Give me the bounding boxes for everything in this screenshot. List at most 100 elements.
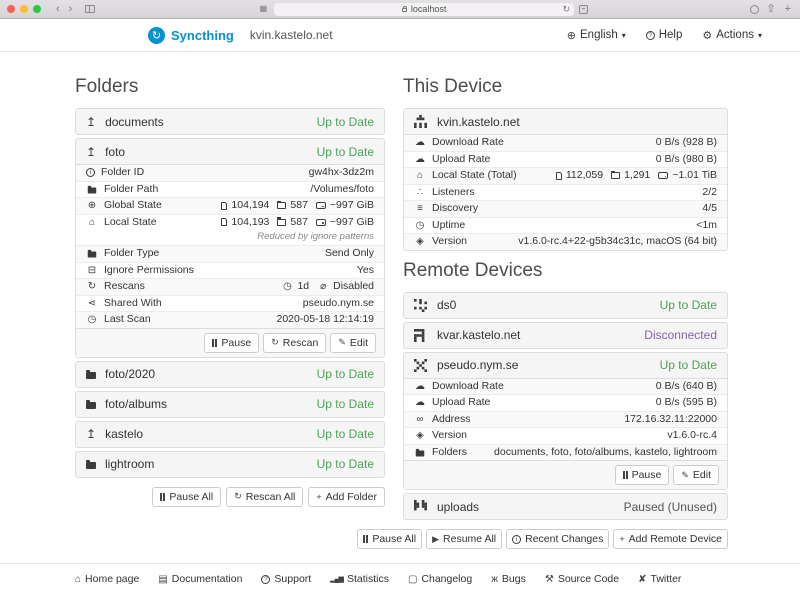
device-name: uploads xyxy=(437,500,479,514)
this-device-row[interactable]: kvin.kastelo.net xyxy=(404,109,727,134)
pause-button[interactable]: Pause xyxy=(204,333,259,353)
folder-panel-foto-albums: foto/albums Up to Date xyxy=(75,391,385,418)
add-folder-button[interactable]: +Add Folder xyxy=(308,487,385,507)
zoom-window-button[interactable] xyxy=(33,5,41,13)
back-button[interactable]: ‹ xyxy=(54,4,62,15)
edit-button[interactable]: ✎Edit xyxy=(673,465,719,485)
folder-name: documents xyxy=(105,115,164,129)
folder-row-documents[interactable]: ↥ documents Up to Date xyxy=(76,109,384,134)
cloud-download-icon: ☁ xyxy=(414,137,426,149)
footer-link-changelog[interactable]: ▢Changelog xyxy=(408,573,472,585)
folder-status: Up to Date xyxy=(317,457,374,471)
device-row-ds0[interactable]: ds0 Up to Date xyxy=(404,293,727,318)
edit-button[interactable]: ✎Edit xyxy=(330,333,376,353)
pause-icon xyxy=(363,535,368,543)
device-row-kvar[interactable]: kvar.kastelo.net Disconnected xyxy=(404,323,727,348)
footer-link-bugs[interactable]: жBugs xyxy=(491,573,526,585)
version-value: v1.6.0-rc.4 xyxy=(667,430,717,442)
send-only-upload-icon: ↥ xyxy=(86,428,96,440)
device-panel-uploads: uploads Paused (Unused) xyxy=(403,493,728,520)
pause-all-devices-button[interactable]: Pause All xyxy=(357,529,422,549)
folder-row-foto[interactable]: ↥ foto Up to Date xyxy=(76,139,384,164)
folder-row-lightroom[interactable]: lightroom Up to Date xyxy=(76,452,384,477)
link-icon: ∞ xyxy=(414,414,426,426)
pause-all-folders-button[interactable]: Pause All xyxy=(152,487,221,507)
info-icon: i xyxy=(512,535,521,544)
file-icon xyxy=(221,202,227,210)
plus-icon: + xyxy=(316,492,321,502)
new-tab-copy-icon[interactable] xyxy=(579,5,588,14)
local-state-row: ⌂ Local State 104,193 587 ~997 GiB xyxy=(76,214,384,231)
extension-icon[interactable] xyxy=(750,5,759,14)
device-identicon xyxy=(414,329,428,342)
minus-square-icon: ⊟ xyxy=(86,265,98,277)
refresh-icon: ↻ xyxy=(86,281,98,293)
device-row-pseudo[interactable]: pseudo.nym.se Up to Date xyxy=(404,353,727,378)
hdd-icon xyxy=(316,219,326,226)
download-rate-row: ☁ Download Rate 0 B/s (928 B) xyxy=(404,135,727,151)
footer-link-documentation[interactable]: ▤Documentation xyxy=(158,573,242,585)
page-footer: ⌂Home page ▤Documentation ?Support ▂▄▆St… xyxy=(0,563,800,594)
folder-open-icon xyxy=(88,187,97,193)
footer-link-statistics[interactable]: ▂▄▆Statistics xyxy=(330,573,389,585)
device-title: kvin.kastelo.net xyxy=(250,28,333,42)
cloud-upload-icon: ☁ xyxy=(414,397,426,409)
folder-row-foto-albums[interactable]: foto/albums Up to Date xyxy=(76,392,384,417)
folder-actions: Pause ↻Rescan ✎Edit xyxy=(76,328,384,357)
recent-changes-button[interactable]: iRecent Changes xyxy=(506,529,609,549)
actions-menu[interactable]: ⚙ Actions ▾ xyxy=(702,29,762,42)
resume-all-button[interactable]: ▶Resume All xyxy=(426,529,502,549)
folder-panel-kastelo: ↥ kastelo Up to Date xyxy=(75,421,385,448)
folder-status: Up to Date xyxy=(317,397,374,411)
rescans-row: ↻ Rescans ◷1d ⌀Disabled xyxy=(76,278,384,295)
file-icon xyxy=(556,172,562,180)
footer-link-support[interactable]: ?Support xyxy=(261,573,311,585)
lock-icon xyxy=(402,8,407,12)
share-icon[interactable]: ⇧ xyxy=(764,4,777,15)
folder-status: Up to Date xyxy=(317,115,374,129)
folder-name: kastelo xyxy=(105,427,143,441)
address-bar[interactable]: localhost ↻ xyxy=(274,3,574,16)
folder-icon xyxy=(86,462,96,469)
folder-status: Up to Date xyxy=(317,427,374,441)
navbar: ↻ Syncthing kvin.kastelo.net ⊕ English ▾… xyxy=(0,19,800,52)
clock-icon: ◷ xyxy=(86,314,98,326)
pause-icon xyxy=(160,493,165,501)
footer-link-home[interactable]: ⌂Home page xyxy=(75,573,139,585)
discovery-row: ≡ Discovery 4/5 xyxy=(404,200,727,217)
chevron-down-icon: ▾ xyxy=(758,31,762,40)
footer-link-twitter[interactable]: ✘Twitter xyxy=(638,573,681,585)
folder-row-kastelo[interactable]: ↥ kastelo Up to Date xyxy=(76,422,384,447)
rescan-all-button[interactable]: ↻Rescan All xyxy=(226,487,303,507)
folder-type-value: Send Only xyxy=(325,248,374,260)
add-remote-device-button[interactable]: +Add Remote Device xyxy=(613,529,728,549)
shared-with-value: pseudo.nym.se xyxy=(303,298,374,310)
tab-groups-icon[interactable]: ▦ xyxy=(258,5,270,13)
language-menu[interactable]: ⊕ English ▾ xyxy=(567,29,626,42)
send-only-upload-icon: ↥ xyxy=(86,116,96,128)
footer-link-source[interactable]: ⚒Source Code xyxy=(545,573,619,585)
device-row-uploads[interactable]: uploads Paused (Unused) xyxy=(404,494,727,519)
brand-name[interactable]: Syncthing xyxy=(171,28,234,43)
folder-panel-lightroom: lightroom Up to Date xyxy=(75,451,385,478)
folder-name: lightroom xyxy=(105,457,154,471)
forward-button[interactable]: › xyxy=(67,4,75,15)
home-icon: ⌂ xyxy=(86,217,98,229)
upload-rate-value: 0 B/s (980 B) xyxy=(656,154,717,166)
rescan-button[interactable]: ↻Rescan xyxy=(263,333,326,353)
close-window-button[interactable] xyxy=(7,5,15,13)
book-icon: ▤ xyxy=(158,574,167,585)
reload-icon[interactable]: ↻ xyxy=(563,4,571,15)
folder-icon xyxy=(86,372,96,379)
folder-row-foto-2020[interactable]: foto/2020 Up to Date xyxy=(76,362,384,387)
tag-icon: ◈ xyxy=(414,236,426,248)
question-icon: ? xyxy=(646,31,655,40)
new-tab-icon[interactable]: + xyxy=(783,4,793,15)
help-menu[interactable]: ? Help xyxy=(646,29,683,41)
sidebar-toggle-icon[interactable] xyxy=(85,5,95,13)
minimize-window-button[interactable] xyxy=(20,5,28,13)
ignore-permissions-value: Yes xyxy=(357,265,374,277)
folders-heading: Folders xyxy=(75,76,385,98)
pause-button[interactable]: Pause xyxy=(615,465,670,485)
folder-status: Up to Date xyxy=(317,367,374,381)
